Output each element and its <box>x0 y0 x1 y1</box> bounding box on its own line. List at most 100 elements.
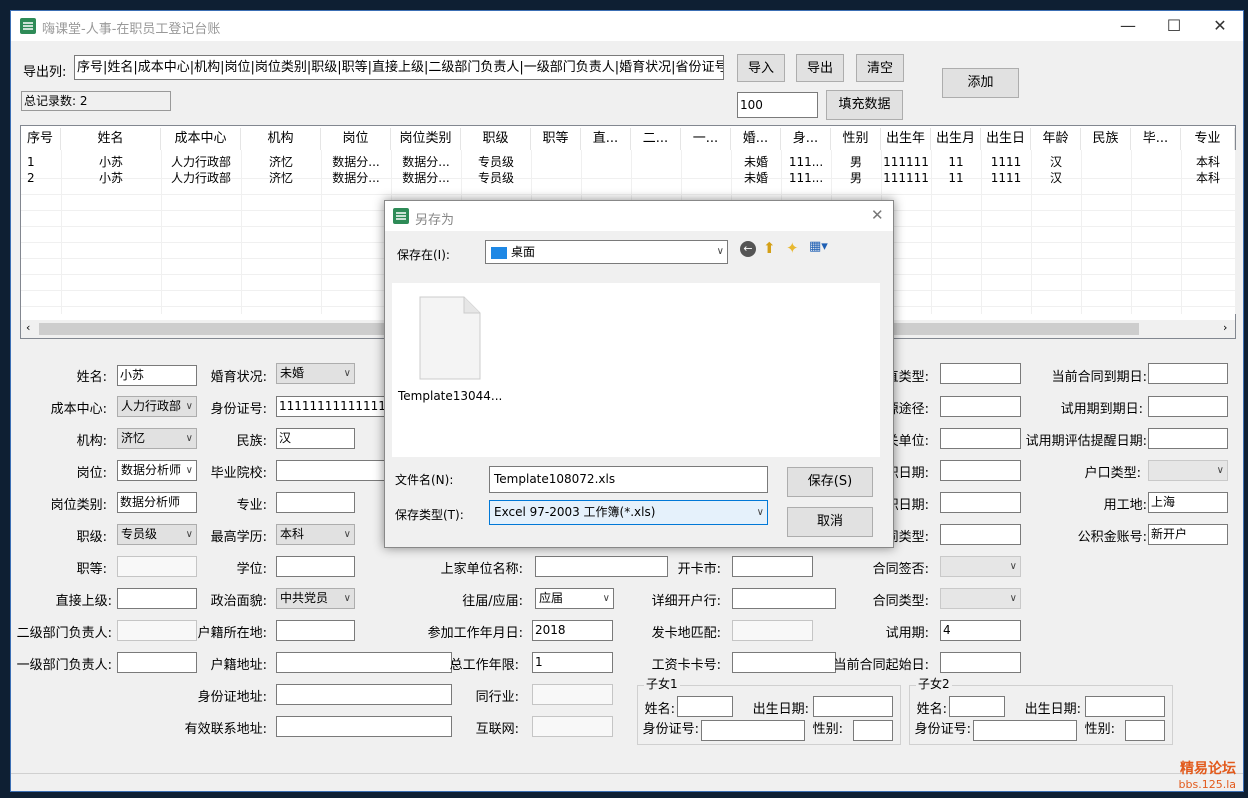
grid-header-cell[interactable]: 专业 <box>1181 128 1235 150</box>
grid-header-cell[interactable]: 身... <box>781 128 831 150</box>
hukou-location-input[interactable] <box>276 620 355 641</box>
table-row[interactable]: 2 小苏 人力行政部 济忆 数据分... 数据分... 专员级 未婚 111... 男 111111… <box>21 170 1235 186</box>
card-city-input[interactable] <box>732 556 813 577</box>
boss-input[interactable] <box>117 588 197 609</box>
workplace-input[interactable]: 上海 <box>1148 492 1228 513</box>
child1-birth-input[interactable] <box>813 696 893 717</box>
id-input[interactable]: 111111111111111111 <box>276 396 386 417</box>
filetype-combo[interactable]: Excel 97-2003 工作簿(*.xls) ∨ <box>489 500 768 525</box>
grid-header-cell[interactable]: 出生年 <box>881 128 931 150</box>
id-address-input[interactable] <box>276 684 452 705</box>
l2-head-input[interactable] <box>117 620 197 641</box>
marital-combo[interactable]: 未婚 ∨ <box>276 363 355 384</box>
contact-address-input[interactable] <box>276 716 452 737</box>
grid-header-cell[interactable]: 职级 <box>461 128 531 150</box>
child2-sex-input[interactable] <box>1125 720 1165 741</box>
grid-header-cell[interactable]: 毕... <box>1131 128 1181 150</box>
contract-type2-input[interactable] <box>940 524 1021 545</box>
contract-type-combo[interactable]: ∨ <box>940 588 1021 609</box>
contract-end-input[interactable] <box>1148 363 1228 384</box>
contract-start-input[interactable] <box>940 652 1021 673</box>
up-folder-icon[interactable]: ⬆ <box>763 239 776 257</box>
child1-name-input[interactable] <box>677 696 733 717</box>
grid-header-cell[interactable]: 年龄 <box>1031 128 1081 150</box>
grid-header-cell[interactable]: 序号 <box>21 128 61 150</box>
salary-card-input[interactable] <box>732 652 836 673</box>
same-industry-input[interactable] <box>532 684 613 705</box>
close-button[interactable]: ✕ <box>1197 11 1243 41</box>
grid-header-cell[interactable]: 岗位类别 <box>391 128 461 150</box>
grid-header-cell[interactable]: 出生日 <box>981 128 1031 150</box>
political-combo[interactable]: 中共党员 ∨ <box>276 588 355 609</box>
filename-input[interactable]: Template108072.xls <box>489 466 768 493</box>
grid-header-cell[interactable]: 直... <box>581 128 631 150</box>
card-match-input[interactable] <box>732 620 813 641</box>
internet-input[interactable] <box>532 716 613 737</box>
education-combo[interactable]: 本科 ∨ <box>276 524 355 545</box>
save-button[interactable]: 保存(S) <box>787 467 873 497</box>
grid-header-cell[interactable]: 机构 <box>241 128 321 150</box>
post-category-input[interactable]: 数据分析师 <box>117 492 197 513</box>
dialog-close-icon[interactable]: ✕ <box>871 206 884 224</box>
fresh-grad-combo[interactable]: 应届 ∨ <box>535 588 614 609</box>
degree-input[interactable] <box>276 556 355 577</box>
work-start-input[interactable]: 2018 <box>532 620 613 641</box>
child1-id-input[interactable] <box>701 720 805 741</box>
rank-input[interactable] <box>117 556 197 577</box>
bank-branch-input[interactable] <box>732 588 836 609</box>
org-combo[interactable]: 济忆 ∨ <box>117 428 197 449</box>
grid-header-cell[interactable]: 一... <box>681 128 731 150</box>
grid-header-cell[interactable]: 民族 <box>1081 128 1131 150</box>
table-row[interactable]: 1 小苏 人力行政部 济忆 数据分... 数据分... 专员级 未婚 111... 男 111111… <box>21 154 1235 170</box>
maximize-button[interactable]: ☐ <box>1151 11 1197 41</box>
file-list[interactable]: Template13044... <box>392 283 880 457</box>
contract-signed-combo[interactable]: ∨ <box>940 556 1021 577</box>
formal-date-input[interactable] <box>940 492 1021 513</box>
grid-header-cell[interactable]: 职等 <box>531 128 581 150</box>
grid-header-cell[interactable]: 岗位 <box>321 128 391 150</box>
fill-count-input[interactable]: 100 <box>737 92 818 118</box>
grid-header-cell[interactable]: 二... <box>631 128 681 150</box>
probation-input[interactable]: 4 <box>940 620 1021 641</box>
major-input[interactable] <box>276 492 355 513</box>
source-input[interactable] <box>940 396 1021 417</box>
back-icon[interactable]: ← <box>740 241 756 257</box>
grid-header-cell[interactable]: 出生月 <box>931 128 981 150</box>
grade-combo[interactable]: 专员级 ∨ <box>117 524 197 545</box>
type-input[interactable] <box>940 363 1021 384</box>
hukou-address-input[interactable] <box>276 652 452 673</box>
ethnic-input[interactable]: 汉 <box>276 428 355 449</box>
related-unit-input[interactable] <box>940 428 1021 449</box>
grid-header-cell[interactable]: 性别 <box>831 128 881 150</box>
minimize-button[interactable]: — <box>1105 11 1151 41</box>
import-button[interactable]: 导入 <box>737 54 785 82</box>
child2-birth-input[interactable] <box>1085 696 1165 717</box>
child2-id-input[interactable] <box>973 720 1077 741</box>
fund-account-input[interactable]: 新开户 <box>1148 524 1228 545</box>
cancel-button[interactable]: 取消 <box>787 507 873 537</box>
probation-remind-input[interactable] <box>1148 428 1228 449</box>
add-button[interactable]: 添加 <box>942 68 1019 98</box>
post-combo[interactable]: 数据分析师 ∨ <box>117 460 197 481</box>
cost-center-combo[interactable]: 人力行政部 ∨ <box>117 396 197 417</box>
export-button[interactable]: 导出 <box>796 54 844 82</box>
file-item[interactable] <box>418 295 482 381</box>
child1-sex-input[interactable] <box>853 720 893 741</box>
name-input[interactable]: 小苏 <box>117 365 197 386</box>
fill-data-button[interactable]: 填充数据 <box>826 90 903 120</box>
export-columns-input[interactable]: 序号|姓名|成本中心|机构|岗位|岗位类别|职级|职等|直接上级|二级部门负责人… <box>74 55 724 80</box>
prev-company-input[interactable] <box>535 556 668 577</box>
new-folder-icon[interactable]: ✦ <box>786 239 799 257</box>
grid-header-cell[interactable]: 婚... <box>731 128 781 150</box>
child2-name-input[interactable] <box>949 696 1005 717</box>
grid-header-cell[interactable]: 姓名 <box>61 128 161 150</box>
save-in-combo[interactable]: 桌面 ∨ <box>485 240 728 264</box>
clear-button[interactable]: 清空 <box>856 54 904 82</box>
entry-date-input[interactable] <box>940 460 1021 481</box>
school-input[interactable] <box>276 460 386 481</box>
l1-head-input[interactable] <box>117 652 197 673</box>
hukou-type-combo[interactable]: ∨ <box>1148 460 1228 481</box>
total-years-input[interactable]: 1 <box>532 652 613 673</box>
view-menu-icon[interactable]: ▦▾ <box>809 239 828 254</box>
probation-end-input[interactable] <box>1148 396 1228 417</box>
